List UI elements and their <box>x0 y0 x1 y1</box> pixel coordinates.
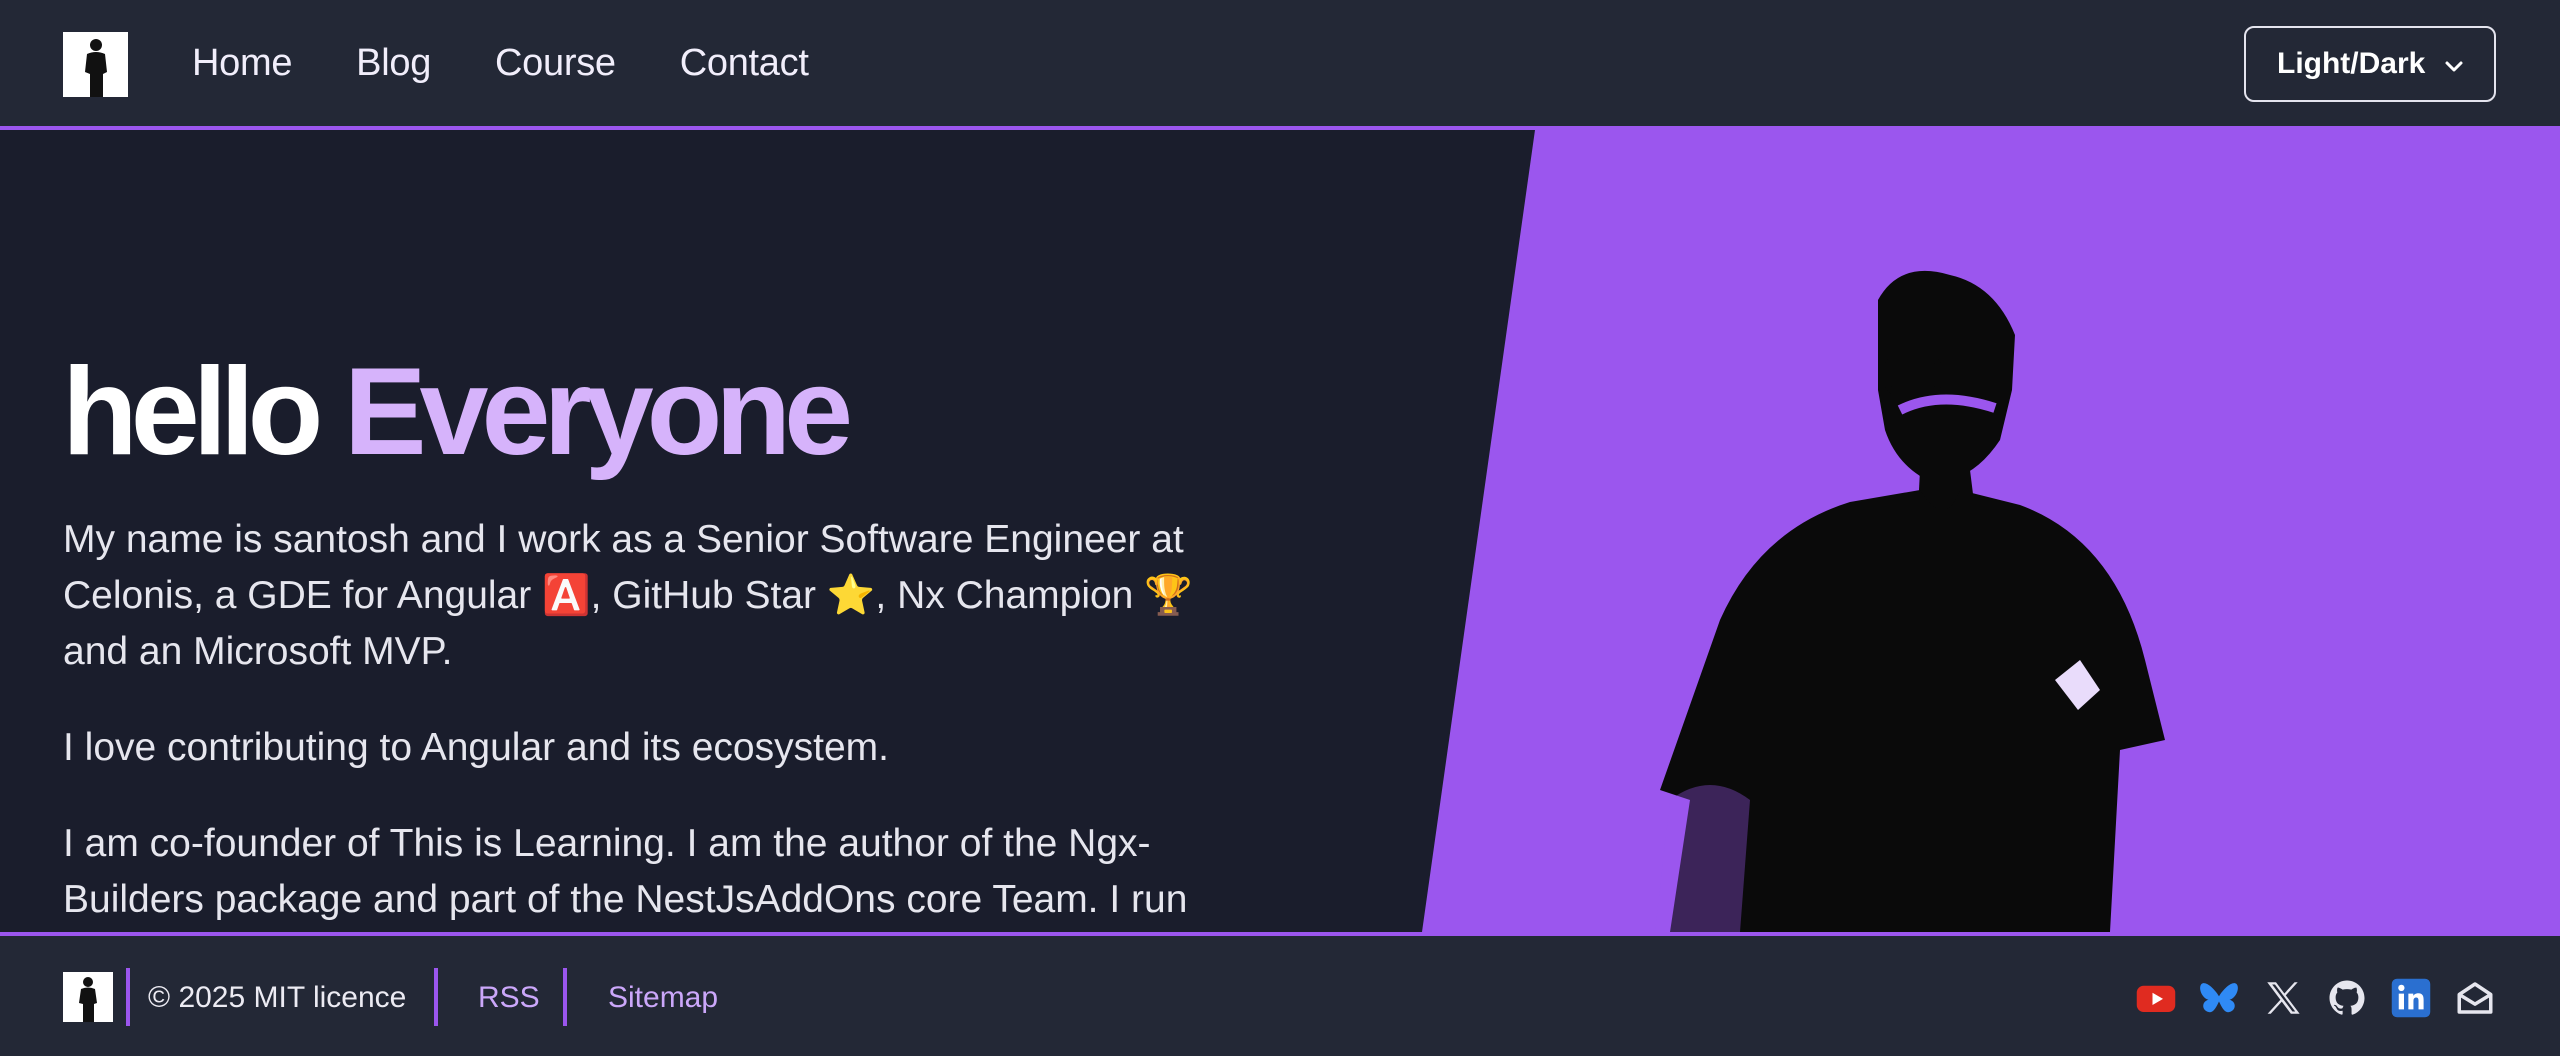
email-link[interactable] <box>2453 976 2497 1020</box>
theme-toggle-label: Light/Dark <box>2277 47 2426 80</box>
youtube-link[interactable] <box>2134 976 2178 1020</box>
bluesky-icon <box>2200 983 2238 1013</box>
hero-section: hello Everyone My name is santosh and I … <box>0 130 2560 932</box>
nav-course[interactable]: Course <box>495 42 616 85</box>
hero-title: hello Everyone <box>62 350 853 474</box>
footer-divider <box>563 968 567 1026</box>
chevron-down-icon <box>2445 61 2463 72</box>
linkedin-link[interactable] <box>2389 976 2433 1020</box>
avatar-silhouette-icon <box>63 32 128 97</box>
github-link[interactable] <box>2325 976 2369 1020</box>
nav-contact[interactable]: Contact <box>680 42 809 85</box>
email-icon <box>2457 982 2493 1014</box>
intro-paragraph-1: My name is santosh and I work as a Senio… <box>63 518 1193 673</box>
github-icon <box>2329 980 2365 1015</box>
main-nav: Home Blog Course Contact <box>192 0 809 126</box>
x-twitter-icon <box>2267 982 2300 1014</box>
intro-paragraph-3: I am co-founder of This is Learning. I a… <box>63 822 1188 921</box>
hero-intro: My name is santosh and I work as a Senio… <box>63 512 1213 932</box>
footer-divider <box>126 968 130 1026</box>
intro-paragraph-2: I love contributing to Angular and its e… <box>63 726 889 769</box>
site-footer: © 2025 MIT licence RSS Sitemap <box>0 932 2560 1056</box>
nav-blog[interactable]: Blog <box>356 42 431 85</box>
portrait-image <box>1655 270 2165 932</box>
bluesky-link[interactable] <box>2197 976 2241 1020</box>
linkedin-icon <box>2391 978 2431 1018</box>
hero-title-everyone: Everyone <box>343 343 853 481</box>
x-twitter-link[interactable] <box>2261 976 2305 1020</box>
footer-divider <box>434 968 438 1026</box>
site-logo[interactable] <box>63 32 128 97</box>
hero-title-hello: hello <box>62 343 323 481</box>
sitemap-link[interactable]: Sitemap <box>608 980 718 1016</box>
rss-link[interactable]: RSS <box>478 980 540 1016</box>
youtube-icon <box>2136 985 2176 1012</box>
copyright-text: © 2025 MIT licence <box>148 981 407 1014</box>
footer-logo[interactable] <box>63 972 113 1022</box>
site-header: Home Blog Course Contact Light/Dark <box>0 0 2560 130</box>
theme-toggle-button[interactable]: Light/Dark <box>2244 26 2496 102</box>
avatar-silhouette-icon <box>63 972 113 1022</box>
nav-home[interactable]: Home <box>192 42 292 85</box>
